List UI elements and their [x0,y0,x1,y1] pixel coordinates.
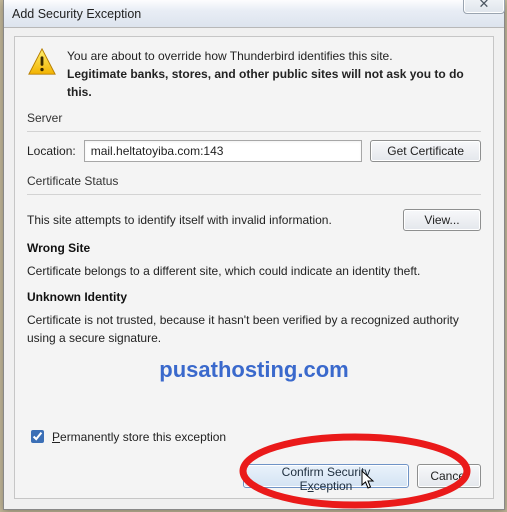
dialog-body: You are about to override how Thunderbir… [14,36,494,499]
unknown-identity-heading: Unknown Identity [27,290,481,304]
confirm-security-exception-button[interactable]: Confirm Security Exception [243,464,409,488]
server-section-label: Server [27,111,481,125]
cancel-button[interactable]: Cancel [417,464,481,488]
permanent-store-checkbox-row[interactable]: Permanently store this exception [27,427,226,446]
unknown-identity-text: Certificate is not trusted, because it h… [27,312,481,347]
location-input[interactable] [84,140,363,162]
warning-line-2: Legitimate banks, stores, and other publ… [67,65,481,101]
wrong-site-text: Certificate belongs to a different site,… [27,263,481,280]
view-button[interactable]: View... [403,209,481,231]
warning-line-1: You are about to override how Thunderbir… [67,47,481,65]
divider [27,131,481,132]
wrong-site-heading: Wrong Site [27,241,481,255]
warning-text: You are about to override how Thunderbir… [67,47,481,101]
window-title: Add Security Exception [12,7,141,21]
location-row: Location: Get Certificate [27,140,481,162]
warning-icon [27,47,57,80]
security-exception-dialog: Add Security Exception ✕ [3,0,505,510]
close-button[interactable]: ✕ [463,0,505,14]
status-row: This site attempts to identify itself wi… [27,209,481,231]
close-icon: ✕ [479,0,490,12]
location-label: Location: [27,144,76,158]
permanent-store-label: Permanently store this exception [52,430,226,444]
divider [27,194,481,195]
warning-row: You are about to override how Thunderbir… [27,47,481,101]
dialog-footer: Confirm Security Exception Cancel [243,464,481,488]
cert-status-label: Certificate Status [27,174,481,188]
watermark-text: pusathosting.com [15,357,493,383]
status-text: This site attempts to identify itself wi… [27,213,332,227]
get-certificate-button[interactable]: Get Certificate [370,140,481,162]
permanent-store-checkbox[interactable] [31,430,44,443]
titlebar: Add Security Exception ✕ [4,0,504,28]
